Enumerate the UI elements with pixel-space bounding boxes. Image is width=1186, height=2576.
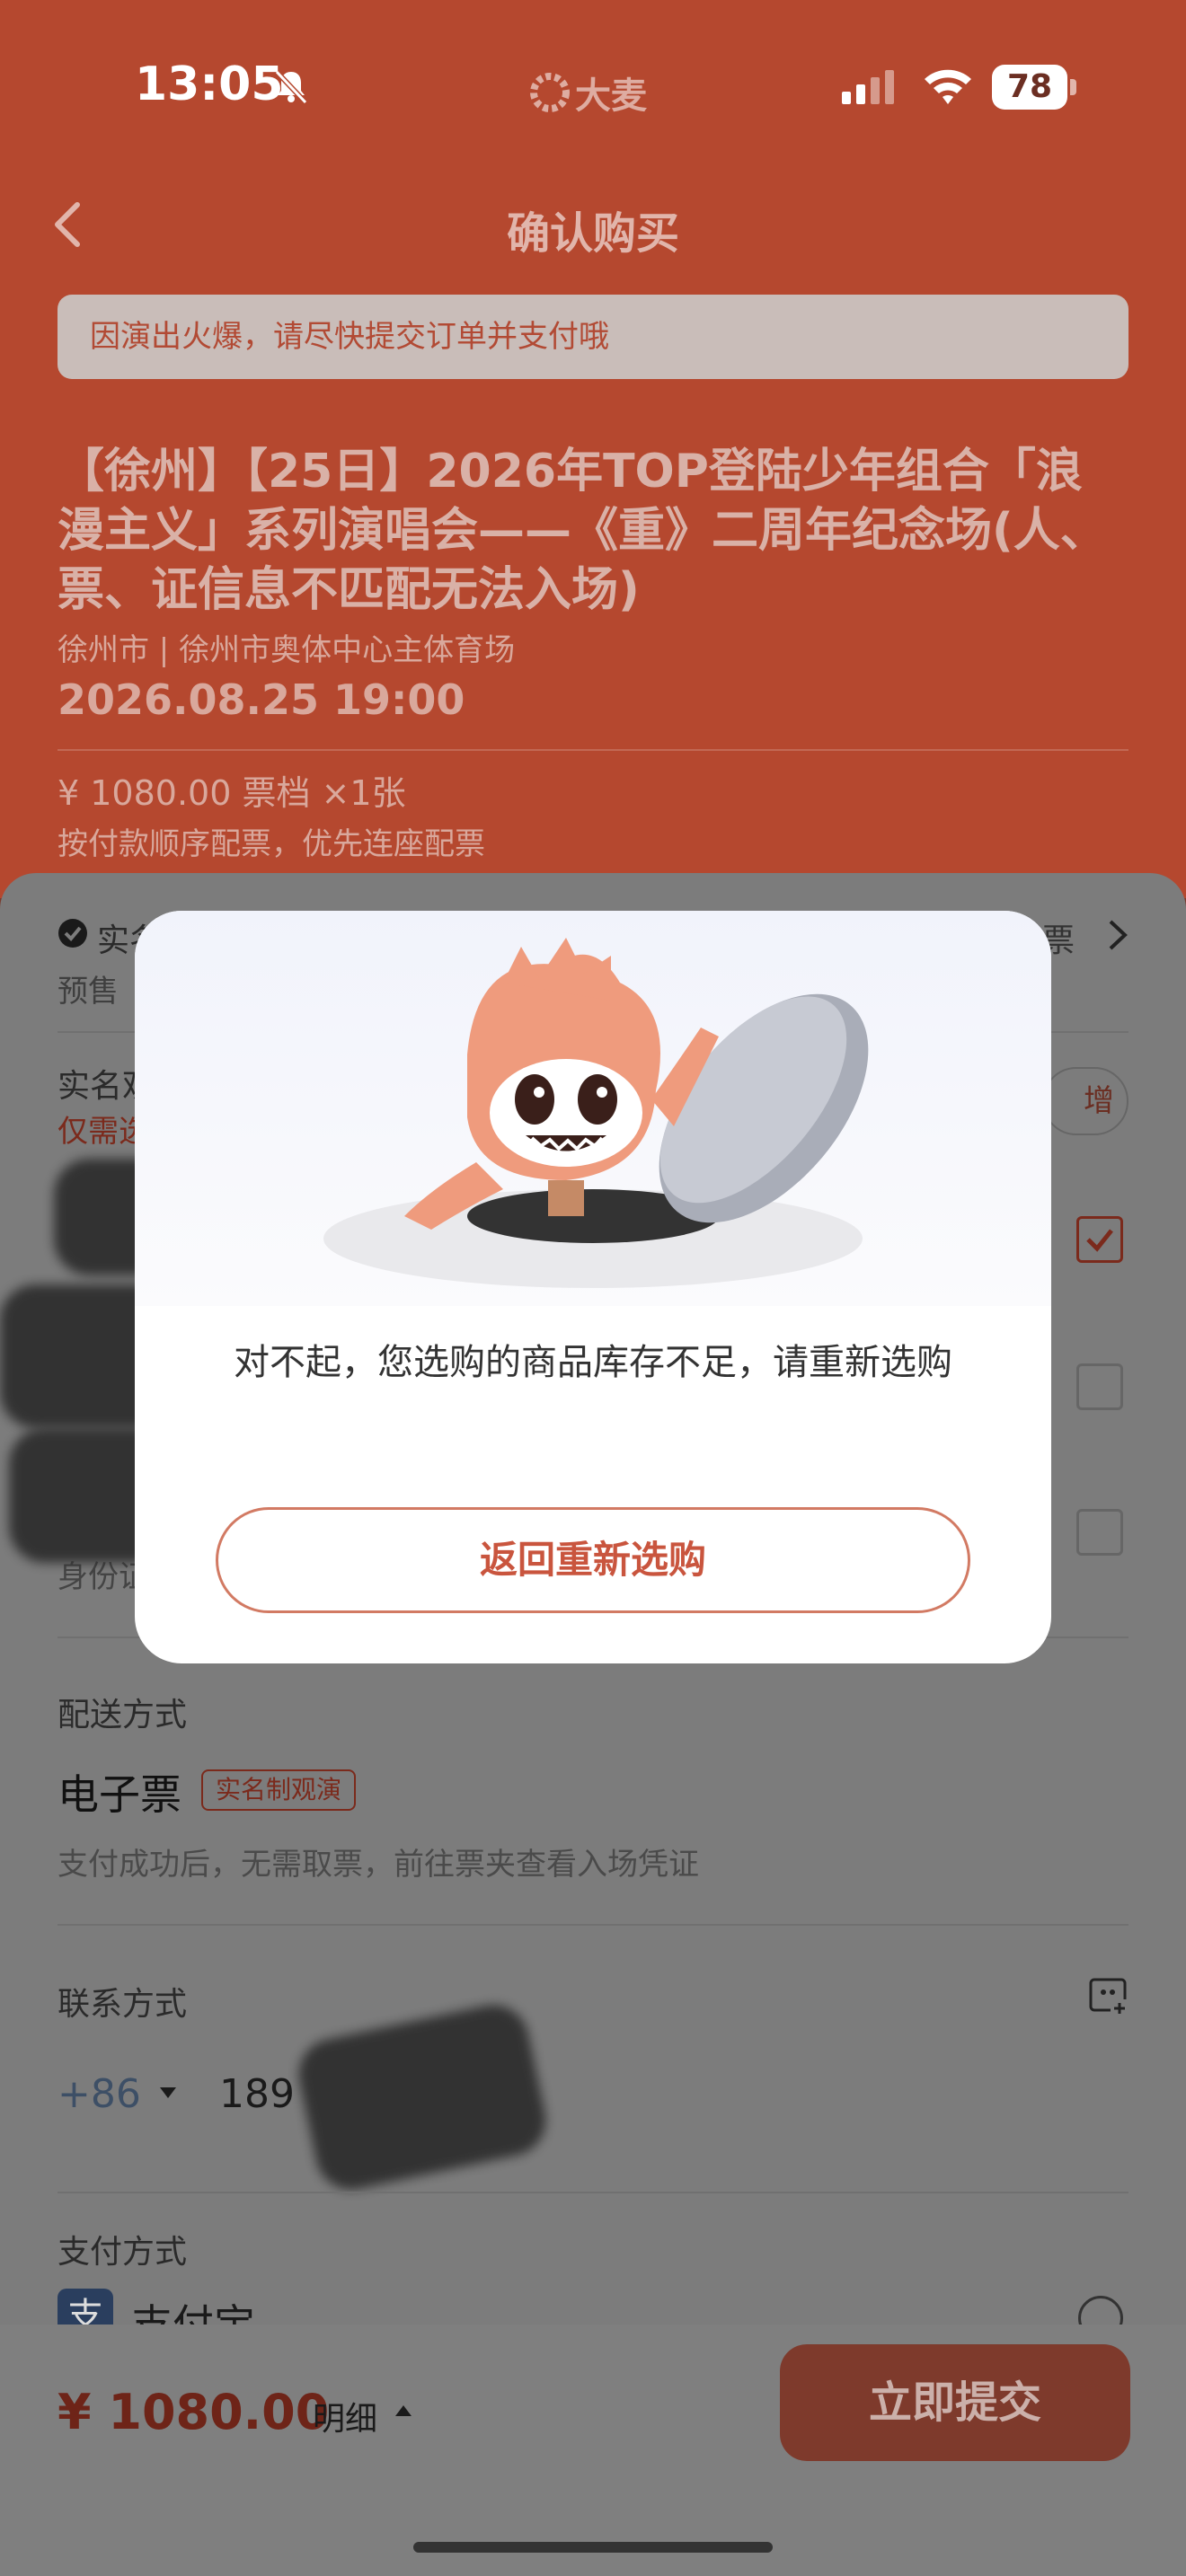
bell-muted-icon: [274, 69, 308, 105]
status-bar: 13:05 大麦 78: [0, 0, 1186, 171]
caret-down-icon[interactable]: [158, 2086, 178, 2100]
eticket-label: 电子票: [58, 1770, 181, 1819]
divider: [58, 2192, 1128, 2193]
add-viewer-button[interactable]: 增: [1042, 1067, 1128, 1135]
price-tier: ¥ 1080.00 票档 ×1张: [58, 773, 406, 813]
divider: [58, 1924, 1128, 1926]
wifi-icon: [925, 69, 971, 104]
battery-tip: [1070, 79, 1076, 95]
detail-toggle[interactable]: 明细: [313, 2393, 377, 2439]
presale-label: 预售: [58, 974, 119, 1010]
dialog-message: 对不起，您选购的商品库存不足，请重新选购: [234, 1342, 952, 1383]
seat-rule: 按付款顺序配票，优先连座配票: [58, 826, 485, 862]
divider: [58, 749, 1128, 751]
check-icon: [1086, 1229, 1113, 1252]
status-time: 13:05: [135, 57, 284, 111]
realname-badge: 实名制观演: [201, 1769, 357, 1811]
payment-section-title: 支付方式: [58, 2234, 188, 2271]
page-title: 确认购买: [506, 208, 679, 259]
cellular-signal-icon: [842, 70, 894, 104]
total-price: ¥ 1080.00: [58, 2384, 330, 2440]
chevron-right-icon[interactable]: [1107, 918, 1128, 952]
contact-section-title: 联系方式: [58, 1986, 188, 2023]
eticket-note: 支付成功后，无需取票，前往票夹查看入场凭证: [58, 1847, 699, 1883]
event-title: 【徐州】【25日】2026年TOP登陆少年组合「浪漫主义」系列演唱会——《重》二…: [58, 445, 1107, 617]
dialog-illustration: [135, 911, 1051, 1306]
add-contact-icon[interactable]: [1087, 1974, 1128, 2016]
viewer-checkbox-1[interactable]: [1076, 1216, 1123, 1263]
check-circle-icon: [58, 919, 87, 948]
submit-button[interactable]: 立即提交: [780, 2344, 1130, 2461]
battery-indicator: 78: [992, 65, 1076, 110]
home-indicator: [413, 2542, 773, 2553]
notice-banner: 因演出火爆，请尽快提交订单并支付哦: [58, 295, 1128, 379]
return-reselect-button[interactable]: 返回重新选购: [216, 1507, 970, 1613]
battery-level: 78: [992, 65, 1067, 110]
caret-up-icon[interactable]: [394, 2404, 413, 2418]
out-of-stock-dialog: 对不起，您选购的商品库存不足，请重新选购 返回重新选购: [135, 911, 1051, 1663]
viewer-checkbox-2[interactable]: [1076, 1363, 1123, 1410]
event-venue: 徐州市 | 徐州市奥体中心主体育场: [58, 632, 516, 668]
nav-bar: 确认购买: [0, 180, 1186, 269]
damai-logo-icon: [530, 73, 570, 112]
brand-name: 大麦: [575, 75, 647, 117]
delivery-section-title: 配送方式: [58, 1697, 188, 1734]
brand-logo: 大麦: [530, 66, 647, 119]
phone-number[interactable]: 189: [219, 2071, 295, 2117]
mascot-illustration: [323, 938, 869, 1288]
country-code[interactable]: +86: [58, 2071, 141, 2117]
viewer-checkbox-3[interactable]: [1076, 1509, 1123, 1556]
event-datetime: 2026.08.25 19:00: [58, 675, 465, 724]
